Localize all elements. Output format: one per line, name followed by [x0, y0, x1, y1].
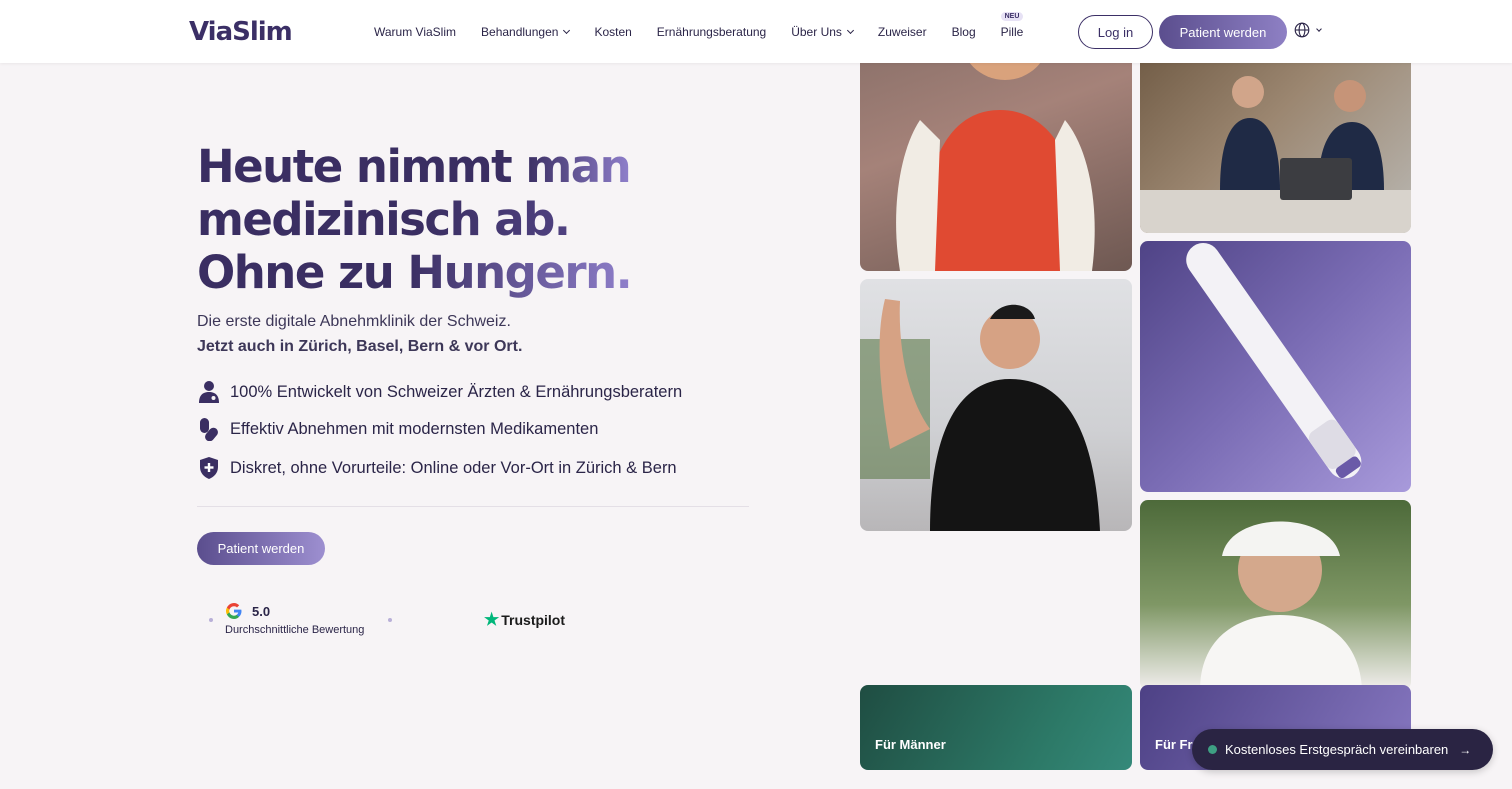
- photo-illustration: [1200, 521, 1362, 690]
- nav-item-kosten[interactable]: Kosten: [594, 25, 631, 39]
- viaslim-logo[interactable]: ViaSlim: [189, 17, 293, 47]
- chevron-down-icon: [1316, 25, 1322, 32]
- photo-illustration: [896, 40, 1095, 271]
- feature-item: Effektiv Abnehmen mit modernsten Medikam…: [197, 417, 598, 441]
- hero-headline: Heute nimmt man medizinisch ab. Ohne zu …: [197, 140, 757, 299]
- carousel-dot: [209, 618, 213, 622]
- card-label: Für Männer: [875, 737, 946, 752]
- trustpilot-star-icon: ★: [484, 610, 500, 629]
- photo-doctors-consultation: [1140, 40, 1411, 233]
- status-dot: [1208, 745, 1217, 754]
- google-rating-score: 5.0: [252, 604, 271, 619]
- photo-illustration: [1186, 243, 1362, 479]
- nav-item-zuweiser[interactable]: Zuweiser: [878, 25, 927, 39]
- hero-subline: Die erste digitale Abnehmklinik der Schw…: [197, 313, 511, 330]
- photo-woman-laughing: [860, 40, 1132, 271]
- nav-item-behandlungen[interactable]: Behandlungen: [481, 25, 571, 39]
- google-rating-label: Durchschnittliche Bewertung: [225, 624, 365, 636]
- chevron-down-icon: [846, 26, 854, 34]
- photo-injection-pen: [1140, 241, 1411, 492]
- nav-item-ernaehrungsberatung[interactable]: Ernährungsberatung: [657, 25, 766, 39]
- google-icon: [226, 603, 242, 619]
- photo-woman-sitting: [860, 279, 1132, 531]
- free-consultation-button[interactable]: Kostenloses Erstgespräch vereinbaren →: [1192, 729, 1493, 770]
- shield-plus-icon: [197, 456, 221, 480]
- trustpilot-logo[interactable]: ★ Trustpilot: [484, 610, 565, 630]
- photo-illustration: [860, 299, 1100, 531]
- nav-item-pille[interactable]: NEU Pille: [1000, 11, 1024, 39]
- hero-subline-locations: Jetzt auch in Zürich, Basel, Bern & vor …: [197, 338, 523, 355]
- main-nav: Warum ViaSlim Behandlungen Kosten Ernähr…: [374, 0, 1048, 63]
- language-selector[interactable]: [1294, 22, 1322, 38]
- divider: [197, 506, 749, 507]
- photo-illustration: [1140, 76, 1411, 233]
- login-button[interactable]: Log in: [1078, 15, 1153, 49]
- arrow-right-icon: →: [1459, 742, 1472, 757]
- feature-item: Diskret, ohne Vorurteile: Online oder Vo…: [197, 456, 677, 480]
- site-header: ViaSlim Warum ViaSlim Behandlungen Koste…: [0, 0, 1512, 63]
- feature-item: 100% Entwickelt von Schweizer Ärzten & E…: [197, 380, 682, 404]
- patient-werden-header-button[interactable]: Patient werden: [1159, 15, 1287, 49]
- photo-woman-hat: [1140, 500, 1411, 690]
- patient-werden-button[interactable]: Patient werden: [197, 532, 325, 565]
- globe-icon: [1294, 22, 1310, 38]
- pills-icon: [197, 417, 221, 441]
- doctor-icon: [197, 380, 221, 404]
- card-fuer-maenner[interactable]: Für Männer: [860, 685, 1132, 770]
- nav-item-warum-viaslim[interactable]: Warum ViaSlim: [374, 25, 456, 39]
- chevron-down-icon: [563, 26, 571, 34]
- nav-item-ueber-uns[interactable]: Über Uns: [791, 25, 854, 39]
- new-badge: NEU: [1000, 11, 1024, 21]
- nav-item-blog[interactable]: Blog: [952, 25, 976, 39]
- carousel-dot: [388, 618, 392, 622]
